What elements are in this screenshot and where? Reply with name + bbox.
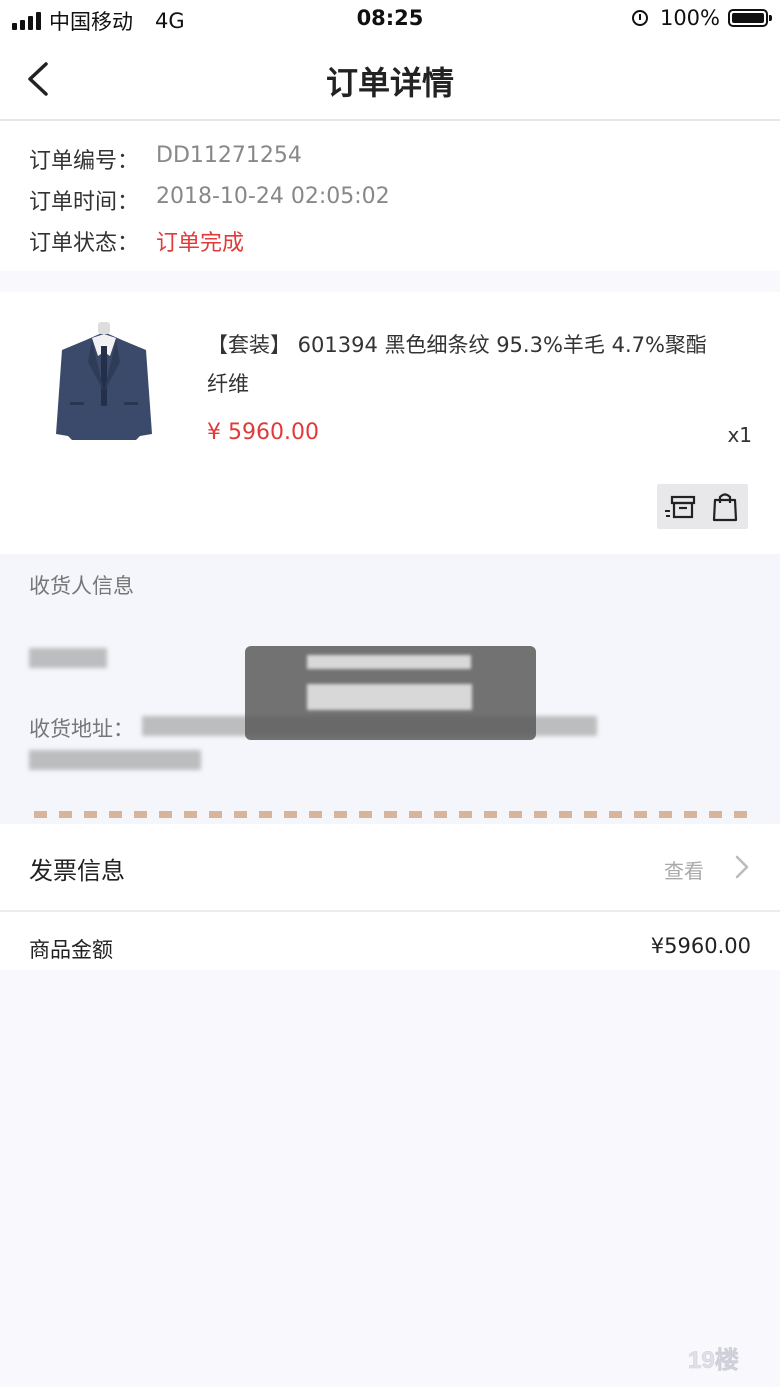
order-number-label: 订单编号： — [29, 149, 140, 174]
order-time-row: 订单时间： 2018-10-24 02:05:02 — [29, 184, 390, 216]
goods-amount-row: 商品金额 ¥5960.00 — [0, 912, 780, 970]
receiver-info-section: 收货人信息 收货地址： — [0, 554, 780, 824]
order-time-label: 订单时间： — [29, 190, 140, 215]
status-bar: 中国移动 4G 08:25 100% — [0, 0, 780, 40]
nav-bar: 订单详情 — [0, 40, 780, 121]
order-number-value: DD11271254 — [156, 143, 302, 168]
order-time-value: 2018-10-24 02:05:02 — [156, 184, 390, 209]
page-title: 订单详情 — [325, 64, 454, 102]
toast-overlay — [245, 646, 536, 740]
invoice-row[interactable]: 发票信息 查看 — [0, 824, 780, 912]
order-status-label: 订单状态： — [29, 231, 140, 256]
invoice-title: 发票信息 — [29, 857, 125, 885]
status-right: 100% — [631, 6, 772, 30]
product-card[interactable]: 【套装】 601394 黑色细条纹 95.3%羊毛 4.7%聚酯纤维 ¥ 596… — [0, 292, 780, 554]
toast-line-1-redacted — [307, 655, 471, 669]
svg-text:19楼: 19楼 — [688, 1347, 739, 1374]
product-price: ¥ 5960.00 — [207, 420, 319, 445]
shopping-bag-icon[interactable] — [708, 491, 742, 523]
order-info-section: 订单编号： DD11271254 订单时间： 2018-10-24 02:05:… — [0, 121, 780, 271]
chevron-right-icon[interactable] — [734, 854, 750, 880]
dashed-divider — [34, 811, 752, 818]
receiver-address-redacted-line2 — [29, 750, 201, 770]
order-status-value: 订单完成 — [156, 231, 245, 256]
product-image[interactable] — [48, 322, 160, 446]
order-number-row: 订单编号： DD11271254 — [29, 143, 302, 175]
logistics-box-icon[interactable] — [663, 491, 697, 523]
product-name[interactable]: 【套装】 601394 黑色细条纹 95.3%羊毛 4.7%聚酯纤维 — [207, 326, 727, 404]
goods-amount-value: ¥5960.00 — [650, 934, 751, 958]
product-quantity: x1 — [727, 423, 752, 447]
product-actions — [657, 484, 748, 529]
battery-icon — [728, 9, 772, 27]
receiver-info-title: 收货人信息 — [29, 574, 134, 598]
invoice-view-link[interactable]: 查看 — [664, 855, 704, 884]
alarm-icon — [631, 10, 648, 26]
battery-percent: 100% — [659, 6, 720, 30]
order-status-row: 订单状态： 订单完成 — [29, 225, 244, 257]
toast-line-2-redacted — [307, 684, 472, 710]
watermark-logo: 19楼 — [688, 1347, 739, 1375]
receiver-address-label: 收货地址： — [29, 717, 134, 741]
receiver-name-redacted — [29, 648, 107, 668]
goods-amount-label: 商品金额 — [29, 938, 113, 962]
